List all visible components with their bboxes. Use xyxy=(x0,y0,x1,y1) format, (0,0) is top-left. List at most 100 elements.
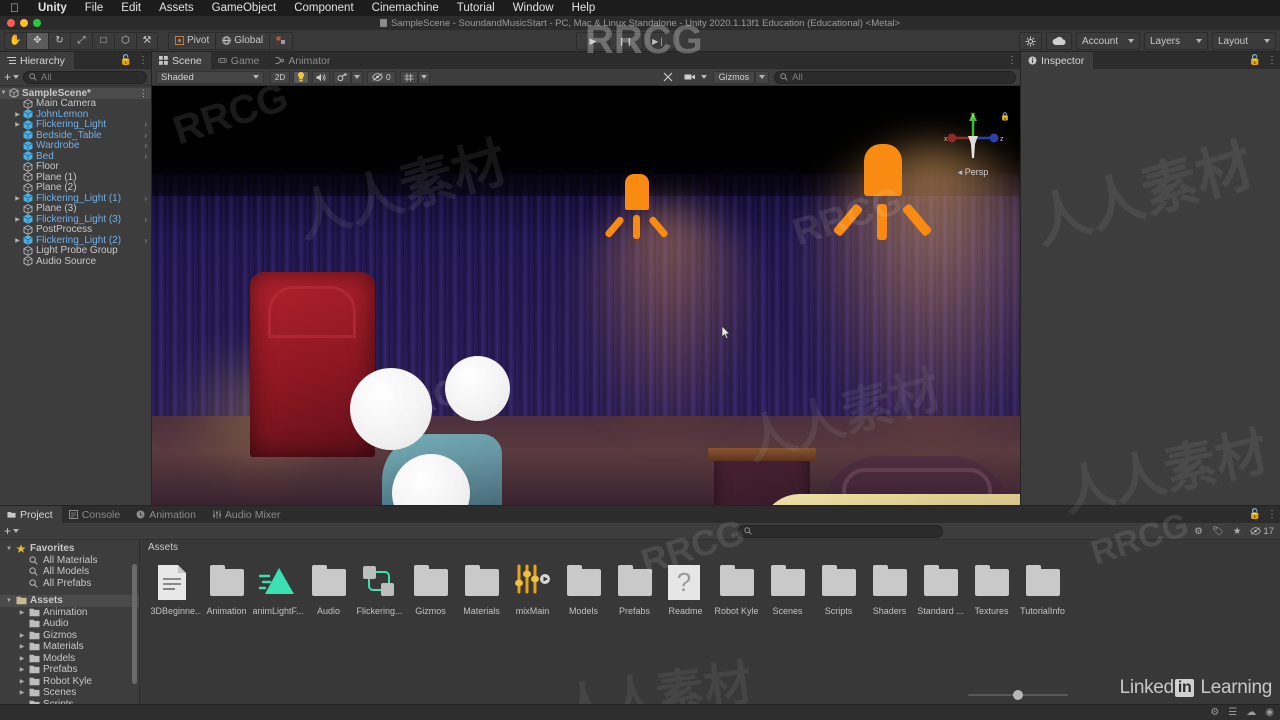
project-zoom-slider[interactable] xyxy=(968,690,1068,700)
scene-fx-dropdown[interactable] xyxy=(351,70,363,84)
custom-tool-button[interactable]: ⚒ xyxy=(136,31,158,50)
global-toggle[interactable]: Global xyxy=(215,31,270,50)
hierarchy-item[interactable]: Bedside_Table › xyxy=(0,130,151,141)
filter-by-label-icon[interactable]: 🏷 xyxy=(1212,526,1224,537)
kebab-menu-icon[interactable]: ⋮ xyxy=(1267,55,1277,66)
open-prefab-chevron-icon[interactable]: › xyxy=(144,120,147,129)
hierarchy-search-input[interactable]: All xyxy=(23,70,147,84)
asset-item[interactable]: Scripts xyxy=(813,558,864,639)
hand-tool-button[interactable]: ✋ xyxy=(4,31,26,50)
asset-item[interactable]: Flickering... xyxy=(354,558,405,639)
tab-animator[interactable]: Animator xyxy=(268,52,339,69)
open-prefab-chevron-icon[interactable]: › xyxy=(144,236,147,245)
kebab-menu-icon[interactable]: ⋮ xyxy=(1007,55,1017,66)
hierarchy-item[interactable]: Main Camera xyxy=(0,98,151,109)
project-tree-item[interactable]: ▶ Gizmos xyxy=(0,630,139,642)
scene-axis-gizmo[interactable]: y x z ◂ Persp 🔒 xyxy=(938,110,1010,180)
asset-item[interactable]: Materials xyxy=(456,558,507,639)
disclosure-triangle-icon[interactable]: ▶ xyxy=(18,643,26,650)
scene-visibility-toggle[interactable]: 0 xyxy=(367,70,396,84)
hierarchy-item[interactable]: PostProcess xyxy=(0,224,151,235)
project-tree-scrollbar[interactable] xyxy=(132,564,137,684)
project-search-input[interactable] xyxy=(738,524,943,538)
hierarchy-item[interactable]: ▶ Flickering_Light (2) › xyxy=(0,235,151,246)
light-gizmo-left[interactable] xyxy=(604,174,669,239)
slider-thumb[interactable] xyxy=(1013,690,1023,700)
hierarchy-item[interactable]: ▶ Flickering_Light (1) › xyxy=(0,193,151,204)
asset-item[interactable]: 3DBeginne... xyxy=(150,558,201,639)
menu-item-gameobject[interactable]: GameObject xyxy=(203,0,286,16)
light-gizmo-right[interactable] xyxy=(832,144,933,244)
asset-item[interactable]: Animation xyxy=(201,558,252,639)
hierarchy-item[interactable]: Light Probe Group xyxy=(0,245,151,256)
gizmos-dropdown[interactable]: Gizmos xyxy=(712,70,756,84)
services-button[interactable] xyxy=(1019,32,1042,50)
asset-item[interactable]: Textures xyxy=(966,558,1017,639)
disclosure-triangle-icon[interactable]: ▶ xyxy=(13,216,22,223)
tab-animation[interactable]: Animation xyxy=(129,506,205,523)
menu-item-cinemachine[interactable]: Cinemachine xyxy=(363,0,448,16)
asset-item[interactable]: TutorialInfo xyxy=(1017,558,1068,639)
disclosure-triangle-icon[interactable]: ▶ xyxy=(13,111,22,118)
filter-by-type-icon[interactable]: ⚙ xyxy=(1194,526,1203,537)
menu-item-unity[interactable]: Unity xyxy=(29,0,76,16)
disclosure-triangle-icon[interactable]: ▶ xyxy=(13,237,22,244)
tab-hierarchy[interactable]: Hierarchy xyxy=(0,52,74,69)
snap-toggle[interactable] xyxy=(269,31,294,50)
hierarchy-item[interactable]: ▼ SampleScene* ⋮ xyxy=(0,88,151,99)
project-tree-item[interactable]: Audio xyxy=(0,618,139,630)
project-tree-item[interactable]: ▶ Robot Kyle xyxy=(0,676,139,688)
pivot-toggle[interactable]: Pivot xyxy=(168,31,216,50)
tab-audio-mixer[interactable]: Audio Mixer xyxy=(205,506,289,523)
menu-item-edit[interactable]: Edit xyxy=(112,0,150,16)
tab-scene[interactable]: Scene xyxy=(152,52,211,69)
disclosure-triangle-icon[interactable]: ▼ xyxy=(5,598,13,604)
hierarchy-item[interactable]: Plane (1) xyxy=(0,172,151,183)
hierarchy-item[interactable]: Wardrobe › xyxy=(0,140,151,151)
cloud-status-icon[interactable]: ☁ xyxy=(1246,707,1256,718)
asset-item[interactable]: Standard ... xyxy=(915,558,966,639)
tab-project[interactable]: Project xyxy=(0,506,62,523)
open-prefab-chevron-icon[interactable]: › xyxy=(144,141,147,150)
star-icon[interactable]: ★ xyxy=(1233,526,1242,537)
scene-grid-toggle[interactable] xyxy=(399,70,418,84)
project-folder-tree[interactable]: ▼ Favorites All Materials All Models All Pre… xyxy=(0,540,140,705)
layers-dropdown[interactable]: Layers xyxy=(1144,32,1208,50)
disclosure-triangle-icon[interactable]: ▼ xyxy=(5,546,13,552)
asset-item[interactable]: Shaders xyxy=(864,558,915,639)
open-prefab-chevron-icon[interactable]: › xyxy=(144,215,147,224)
check-icon[interactable]: ◉ xyxy=(1265,707,1274,718)
open-prefab-chevron-icon[interactable]: › xyxy=(144,152,147,161)
asset-item[interactable]: ? Readme xyxy=(660,558,711,639)
axis-gizmo-mode-label[interactable]: ◂ Persp xyxy=(938,167,1008,178)
breadcrumb[interactable]: Assets xyxy=(140,540,1280,554)
scene-grid-dropdown[interactable] xyxy=(417,70,430,84)
gizmos-dropdown-caret[interactable] xyxy=(755,70,770,84)
project-tree-item[interactable]: All Prefabs xyxy=(0,578,139,590)
layout-dropdown[interactable]: Layout xyxy=(1212,32,1276,50)
menu-item-help[interactable]: Help xyxy=(563,0,605,16)
scene-component-tools[interactable] xyxy=(660,71,677,84)
hierarchy-item[interactable]: ▶ JohnLemon xyxy=(0,109,151,120)
asset-item[interactable]: Robot Kyle xyxy=(711,558,762,639)
project-add-button[interactable]: + xyxy=(4,524,20,538)
hierarchy-item[interactable]: Floor xyxy=(0,161,151,172)
scene-search-input[interactable]: All xyxy=(774,70,1016,84)
disclosure-triangle-icon[interactable]: ▶ xyxy=(13,195,22,202)
tab-game[interactable]: Game xyxy=(211,52,269,69)
disclosure-triangle-icon[interactable]: ▶ xyxy=(18,678,26,685)
lock-icon[interactable]: 🔓 xyxy=(120,55,132,66)
scene-kebab-menu-icon[interactable]: ⋮ xyxy=(139,88,148,99)
project-tree-item[interactable]: ▼ Assets xyxy=(0,595,139,607)
scene-audio-toggle[interactable] xyxy=(312,70,330,84)
disclosure-triangle-icon[interactable]: ▶ xyxy=(18,609,26,616)
asset-item[interactable]: Prefabs xyxy=(609,558,660,639)
visibility-filter[interactable]: 17 xyxy=(1250,526,1274,537)
project-tree-item[interactable]: All Materials xyxy=(0,555,139,567)
account-dropdown[interactable]: Account xyxy=(1076,32,1140,50)
menu-item-file[interactable]: File xyxy=(76,0,113,16)
play-button[interactable]: ▶ xyxy=(576,32,609,50)
tab-console[interactable]: Console xyxy=(62,506,130,523)
kebab-menu-icon[interactable]: ⋮ xyxy=(138,55,148,66)
scene-camera-button[interactable] xyxy=(681,71,699,84)
